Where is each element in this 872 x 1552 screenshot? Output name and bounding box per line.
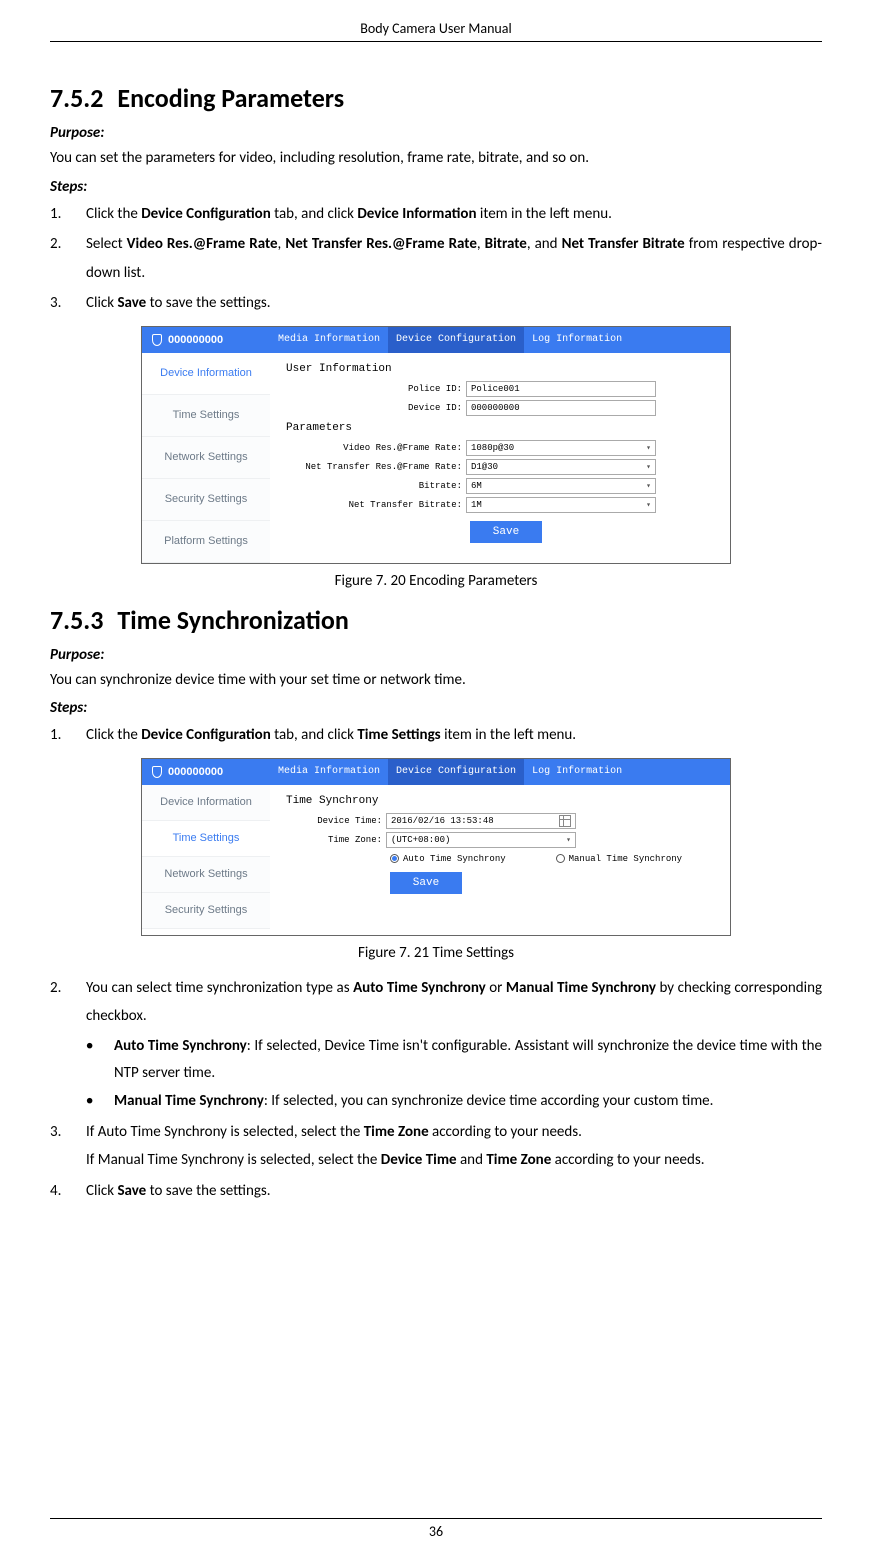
section-parameters: Parameters: [286, 422, 714, 434]
label-device-time: Device Time:: [286, 816, 386, 826]
app-topbar: 000000000 Media Information Device Confi…: [142, 759, 730, 785]
chevron-down-icon: ▾: [646, 462, 651, 472]
label-video-res: Video Res.@Frame Rate:: [286, 443, 466, 453]
tab-device-configuration[interactable]: Device Configuration: [388, 759, 524, 785]
chevron-down-icon: ▾: [646, 500, 651, 510]
step-item: 4. Click Save to save the settings.: [50, 1177, 822, 1206]
sidebar-device-information[interactable]: Device Information: [142, 353, 270, 395]
purpose-text: You can set the parameters for video, in…: [50, 146, 822, 172]
radio-icon: [390, 854, 399, 863]
tab-media-information[interactable]: Media Information: [270, 327, 388, 353]
purpose-label: Purpose:: [50, 646, 822, 664]
chevron-down-icon: ▾: [646, 481, 651, 491]
tab-device-configuration[interactable]: Device Configuration: [388, 327, 524, 353]
sidebar-time-settings[interactable]: Time Settings: [142, 821, 270, 857]
input-device-time[interactable]: 2016/02/16 13:53:48: [386, 813, 576, 829]
label-bitrate: Bitrate:: [286, 481, 466, 491]
label-police-id: Police ID:: [286, 384, 466, 394]
calendar-icon: [559, 815, 571, 827]
sidebar-device-information[interactable]: Device Information: [142, 785, 270, 821]
figure-time-settings: 000000000 Media Information Device Confi…: [141, 758, 731, 936]
label-net-transfer-bitrate: Net Transfer Bitrate:: [286, 500, 466, 510]
step-item: 1. Click the Device Configuration tab, a…: [50, 721, 822, 750]
device-id-badge: 000000000: [142, 766, 270, 778]
select-time-zone[interactable]: (UTC+08:00)▾: [386, 832, 576, 848]
section-heading-time-sync: 7.5.3Time Synchronization: [50, 604, 822, 636]
section-time-synchrony: Time Synchrony: [286, 795, 714, 807]
page-number: 36: [50, 1518, 822, 1540]
input-police-id[interactable]: Police001: [466, 381, 656, 397]
radio-manual-time-synchrony[interactable]: Manual Time Synchrony: [556, 854, 682, 864]
app-topbar: 000000000 Media Information Device Confi…: [142, 327, 730, 353]
shield-icon: [152, 334, 162, 346]
step-item: 3. If Auto Time Synchrony is selected, s…: [50, 1118, 822, 1175]
document-header: Body Camera User Manual: [50, 20, 822, 42]
chevron-down-icon: ▾: [646, 443, 651, 453]
label-net-transfer-res: Net Transfer Res.@Frame Rate:: [286, 462, 466, 472]
select-net-transfer-bitrate[interactable]: 1M▾: [466, 497, 656, 513]
figure-encoding-parameters: 000000000 Media Information Device Confi…: [141, 326, 731, 564]
bullet-item: Auto Time Synchrony: If selected, Device…: [86, 1033, 822, 1089]
save-button[interactable]: Save: [470, 521, 542, 543]
tab-log-information[interactable]: Log Information: [524, 759, 630, 785]
sidebar-network-settings[interactable]: Network Settings: [142, 437, 270, 479]
section-user-information: User Information: [286, 363, 714, 375]
sidebar-security-settings[interactable]: Security Settings: [142, 893, 270, 929]
device-id-badge: 000000000: [142, 334, 270, 346]
sidebar: Device Information Time Settings Network…: [142, 353, 270, 563]
step-item: 3. Click Save to save the settings.: [50, 289, 822, 318]
shield-icon: [152, 766, 162, 778]
figure-caption: Figure 7. 21 Time Settings: [50, 944, 822, 962]
steps-label: Steps:: [50, 178, 822, 196]
input-device-id[interactable]: 000000000: [466, 400, 656, 416]
purpose-text: You can synchronize device time with you…: [50, 668, 822, 694]
sidebar-security-settings[interactable]: Security Settings: [142, 479, 270, 521]
sidebar: Device Information Time Settings Network…: [142, 785, 270, 935]
step-item: 1. Click the Device Configuration tab, a…: [50, 200, 822, 229]
step-item: 2. Select Video Res.@Frame Rate, Net Tra…: [50, 230, 822, 287]
save-button[interactable]: Save: [390, 872, 462, 894]
tab-log-information[interactable]: Log Information: [524, 327, 630, 353]
steps-label: Steps:: [50, 699, 822, 717]
section-heading-encoding: 7.5.2Encoding Parameters: [50, 82, 822, 114]
select-video-res[interactable]: 1080p@30▾: [466, 440, 656, 456]
radio-auto-time-synchrony[interactable]: Auto Time Synchrony: [390, 854, 506, 864]
sidebar-time-settings[interactable]: Time Settings: [142, 395, 270, 437]
bullet-item: Manual Time Synchrony: If selected, you …: [86, 1088, 822, 1116]
figure-caption: Figure 7. 20 Encoding Parameters: [50, 572, 822, 590]
step-item: 2. You can select time synchronization t…: [50, 974, 822, 1031]
tab-media-information[interactable]: Media Information: [270, 759, 388, 785]
label-device-id: Device ID:: [286, 403, 466, 413]
select-bitrate[interactable]: 6M▾: [466, 478, 656, 494]
label-time-zone: Time Zone:: [286, 835, 386, 845]
radio-icon: [556, 854, 565, 863]
select-net-transfer-res[interactable]: D1@30▾: [466, 459, 656, 475]
purpose-label: Purpose:: [50, 124, 822, 142]
sidebar-platform-settings[interactable]: Platform Settings: [142, 521, 270, 563]
sidebar-network-settings[interactable]: Network Settings: [142, 857, 270, 893]
chevron-down-icon: ▾: [566, 835, 571, 845]
